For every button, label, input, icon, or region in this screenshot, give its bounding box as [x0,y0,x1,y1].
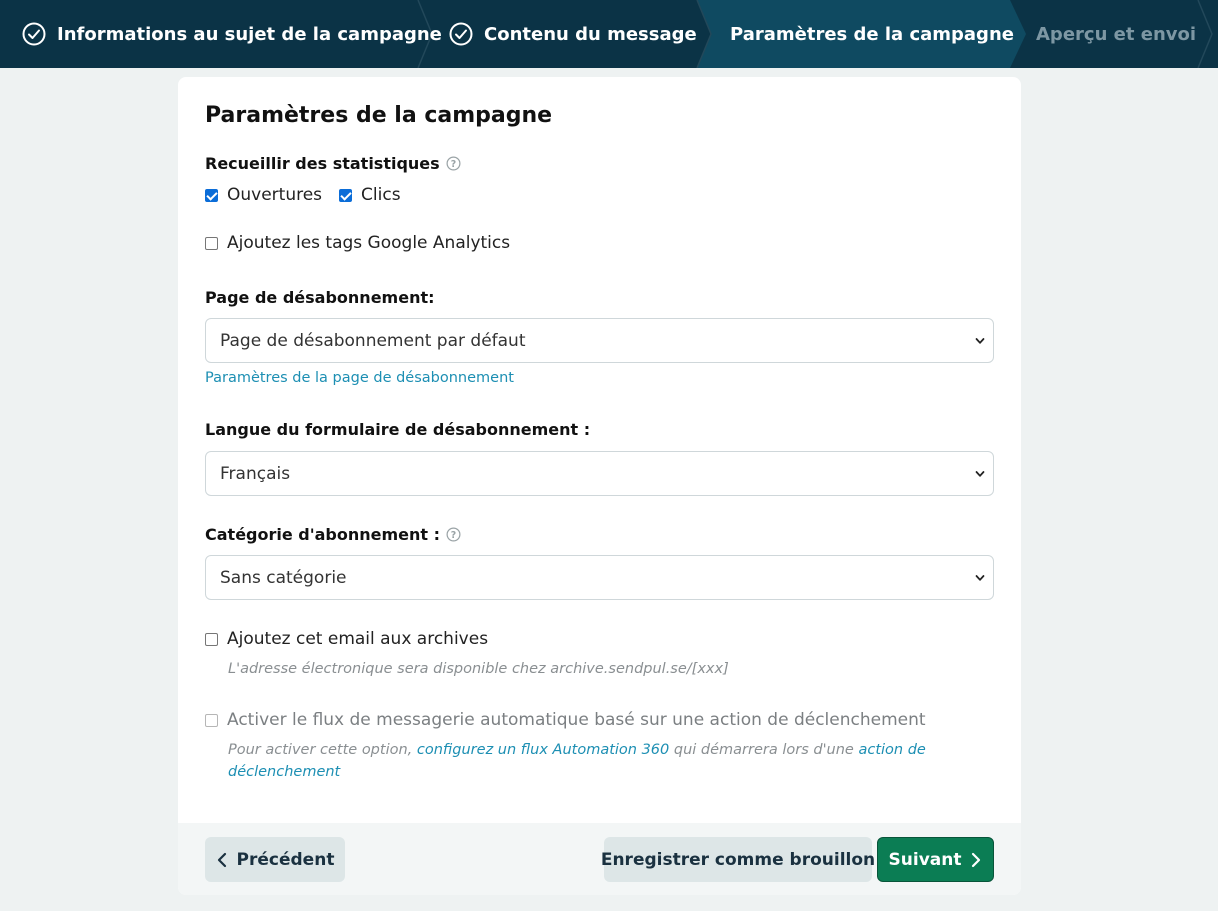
clicks-label: Clics [361,185,401,205]
svg-text:?: ? [451,530,456,541]
google-analytics-checkbox[interactable] [205,236,218,250]
step-label: Contenu du message [484,23,697,45]
stats-label-row: Recueillir des statistiques ? [205,154,461,173]
help-icon[interactable]: ? [446,527,461,542]
google-analytics-label: Ajoutez les tags Google Analytics [227,233,511,253]
archive-option: Ajoutez cet email aux archives [205,629,488,649]
previous-label: Précédent [236,849,335,870]
chevron-left-icon [217,852,226,867]
subscription-category-select[interactable]: Sans catégorie [205,555,994,600]
next-button[interactable]: Suivant [877,837,994,882]
unsubscribe-page-label: Page de désabonnement: [205,288,435,307]
page-title: Paramètres de la campagne [205,103,553,128]
subscription-category-label: Catégorie d'abonnement : [205,525,441,544]
stats-options: Ouvertures Clics [205,185,401,205]
svg-text:?: ? [450,159,455,170]
step-label: Aperçu et envoi [1036,23,1197,45]
step-campaign-settings[interactable]: Paramètres de la campagne [730,0,1014,68]
chevron-down-icon [975,575,985,581]
unsubscribe-language-select[interactable]: Français [205,451,994,496]
unsubscribe-settings-link[interactable]: Paramètres de la page de désabonnement [205,370,514,386]
help-icon[interactable]: ? [446,156,461,171]
subscription-category-label-row: Catégorie d'abonnement : ? [205,525,461,544]
campaign-stepper: Informations au sujet de la campagne Con… [0,0,1218,68]
unsubscribe-language-value: Français [220,463,291,484]
opens-label: Ouvertures [227,185,323,205]
archive-hint: L'adresse électronique sera disponible c… [228,661,729,677]
check-circle-icon [449,22,473,46]
unsubscribe-page-value: Page de désabonnement par défaut [220,330,526,351]
save-draft-button[interactable]: Enregistrer comme brouillon [600,837,876,882]
check-circle-icon [22,22,46,46]
automation-checkbox[interactable] [205,713,218,727]
automation-option: Activer le flux de messagerie automatiqu… [205,710,926,730]
step-preview-send[interactable]: Aperçu et envoi [1036,0,1196,68]
previous-button[interactable]: Précédent [205,837,345,882]
unsubscribe-page-select[interactable]: Page de désabonnement par défaut [205,318,994,363]
automation-hint: Pour activer cette option, configurez un… [228,739,988,783]
clicks-checkbox[interactable] [339,188,353,202]
step-message-content[interactable]: Contenu du message [449,0,697,68]
stats-label: Recueillir des statistiques [205,154,440,173]
automation-hint-prefix: Pour activer cette option, [228,742,417,758]
chevron-down-icon [975,338,985,344]
save-draft-label: Enregistrer comme brouillon [600,849,876,870]
configure-automation-link[interactable]: configurez un flux Automation 360 [417,742,669,758]
google-analytics-option: Ajoutez les tags Google Analytics [205,233,510,253]
automation-label: Activer le flux de messagerie automatiqu… [227,710,926,730]
subscription-category-value: Sans catégorie [220,567,347,588]
archive-checkbox[interactable] [205,632,218,646]
archive-label: Ajoutez cet email aux archives [227,629,489,649]
unsubscribe-language-label: Langue du formulaire de désabonnement : [205,420,591,439]
step-label: Paramètres de la campagne [730,23,1014,45]
opens-checkbox[interactable] [205,188,218,202]
chevron-down-icon [975,471,985,477]
next-label: Suivant [888,849,962,870]
step-label: Informations au sujet de la campagne [57,23,442,45]
chevron-right-icon [972,852,981,867]
automation-hint-middle: qui démarrera lors d'une [669,742,859,758]
step-campaign-info[interactable]: Informations au sujet de la campagne [22,0,442,68]
settings-card: Paramètres de la campagne Recueillir des… [178,77,1021,895]
form-footer: Précédent Enregistrer comme brouillon Su… [178,823,1021,895]
